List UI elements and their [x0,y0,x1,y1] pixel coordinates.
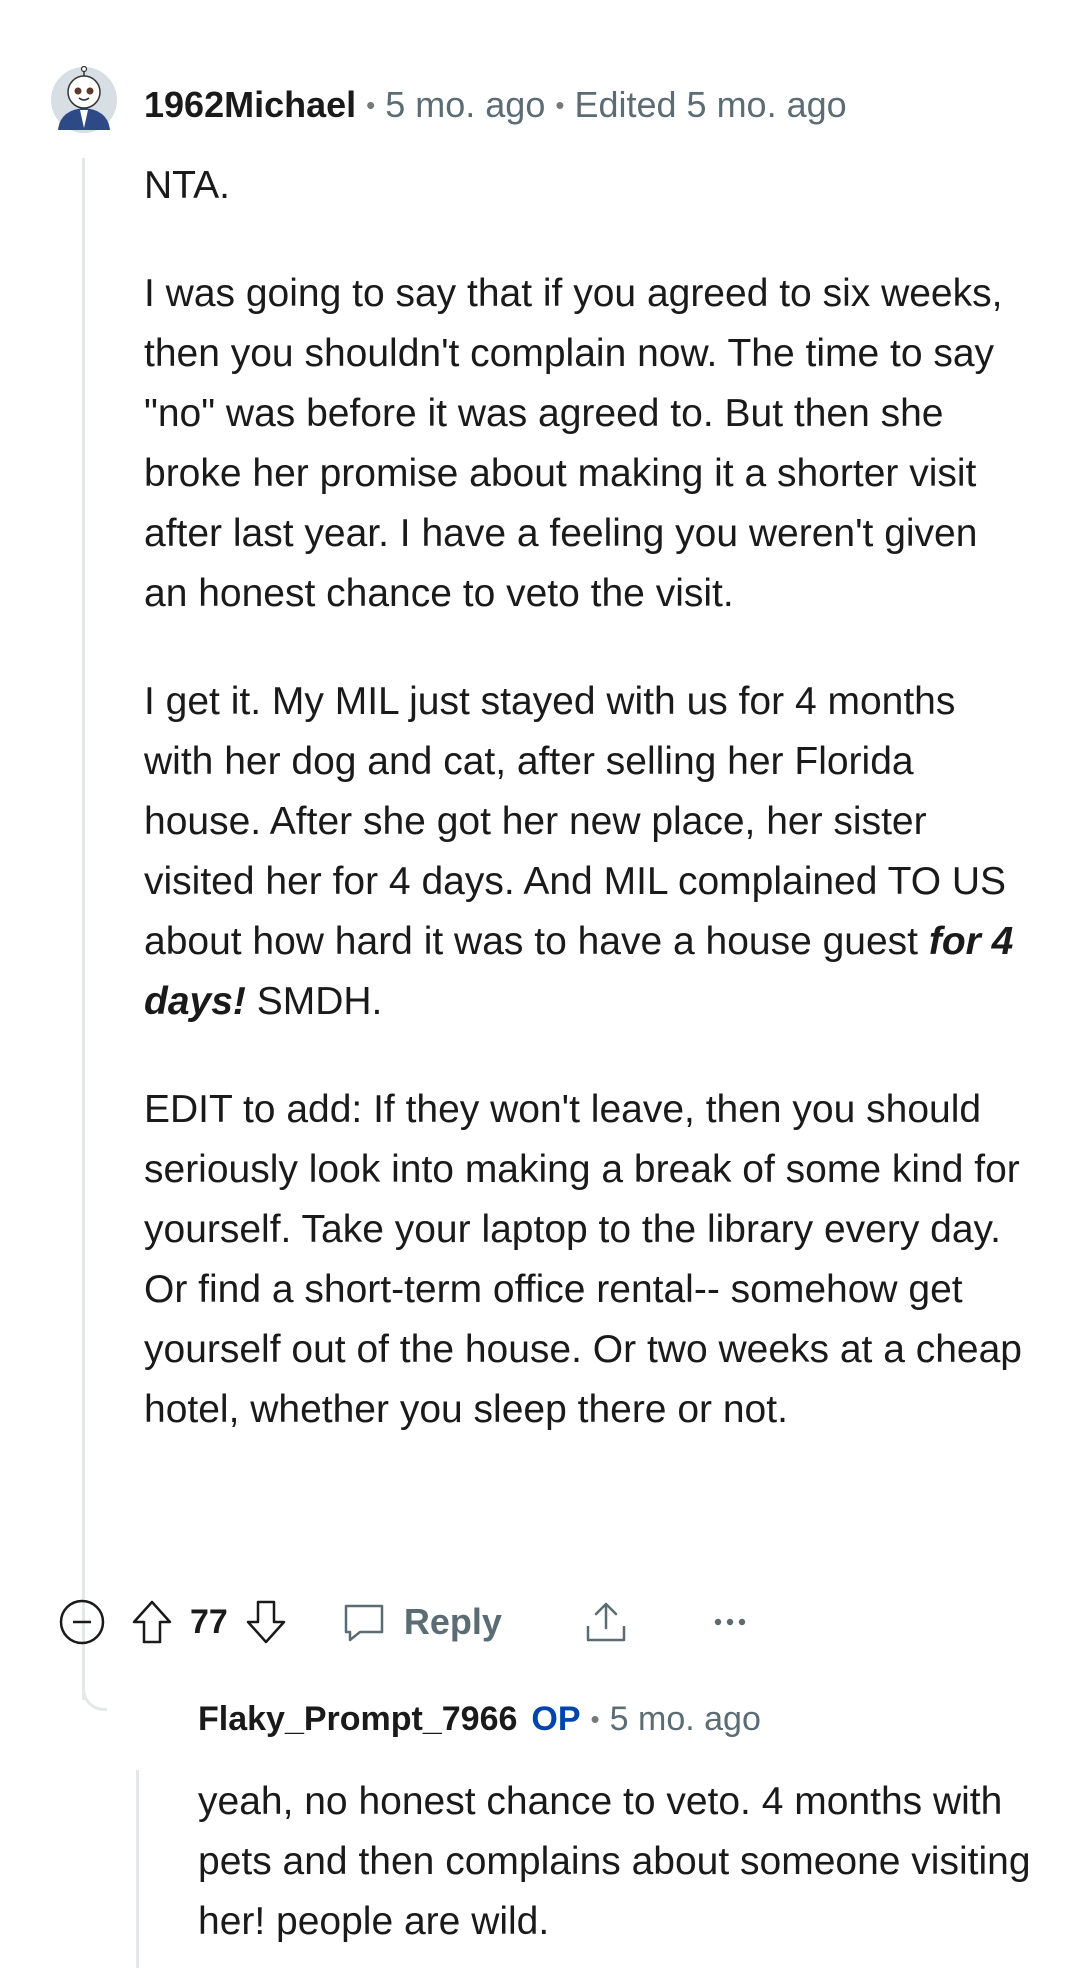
thread-connector [82,1660,107,1711]
vote-count: 77 [190,1602,228,1641]
downvote-button[interactable] [242,1598,290,1646]
reply-meta: Flaky_Prompt_7966 OP • 5 mo. ago [198,1694,761,1744]
collapse-icon [59,1599,105,1645]
comment-time: 5 mo. ago [385,84,546,125]
reply-label: Reply [403,1601,502,1642]
comment-author[interactable]: 1962Michael [144,84,356,126]
more-icon [714,1618,746,1626]
reply-body: yeah, no honest chance to veto. 4 months… [198,1772,1038,1952]
comment-paragraph: I get it. My MIL just stayed with us for… [144,672,1024,1032]
comment-actions: 77 Reply [58,1594,750,1650]
downvote-icon [246,1600,286,1644]
share-button[interactable] [582,1598,630,1646]
upvote-icon [132,1600,172,1644]
separator-dot: • [590,1703,600,1734]
comment-paragraph: EDIT to add: If they won't leave, then y… [144,1088,1022,1431]
comment-text: SMDH. [245,980,383,1023]
comment-icon [344,1604,384,1642]
comment-text: I get it. My MIL just stayed with us for… [144,680,1007,963]
avatar[interactable] [50,65,118,134]
comment-meta: 1962Michael • 5 mo. ago • Edited 5 mo. a… [144,80,847,130]
separator-dot: • [555,89,565,120]
reply-text: yeah, no honest chance to veto. 4 months… [198,1780,1031,1943]
comment-paragraph: NTA. [144,164,230,207]
thread-line [82,158,85,1700]
share-icon [586,1602,626,1642]
reply-thread-line [136,1770,139,1968]
comment-body: NTA. I was going to say that if you agre… [144,156,1024,1488]
separator-dot: • [366,89,376,120]
op-badge: OP [531,1699,581,1738]
comment-paragraph: I was going to say that if you agreed to… [144,272,1003,615]
collapse-button[interactable] [58,1598,106,1646]
comment-edited: Edited 5 mo. ago [574,84,847,125]
more-button[interactable] [710,1598,750,1646]
upvote-button[interactable] [128,1598,176,1646]
reply-author[interactable]: Flaky_Prompt_7966 [198,1700,517,1739]
reply-time: 5 mo. ago [609,1699,761,1738]
reply-button[interactable]: Reply [340,1598,502,1646]
